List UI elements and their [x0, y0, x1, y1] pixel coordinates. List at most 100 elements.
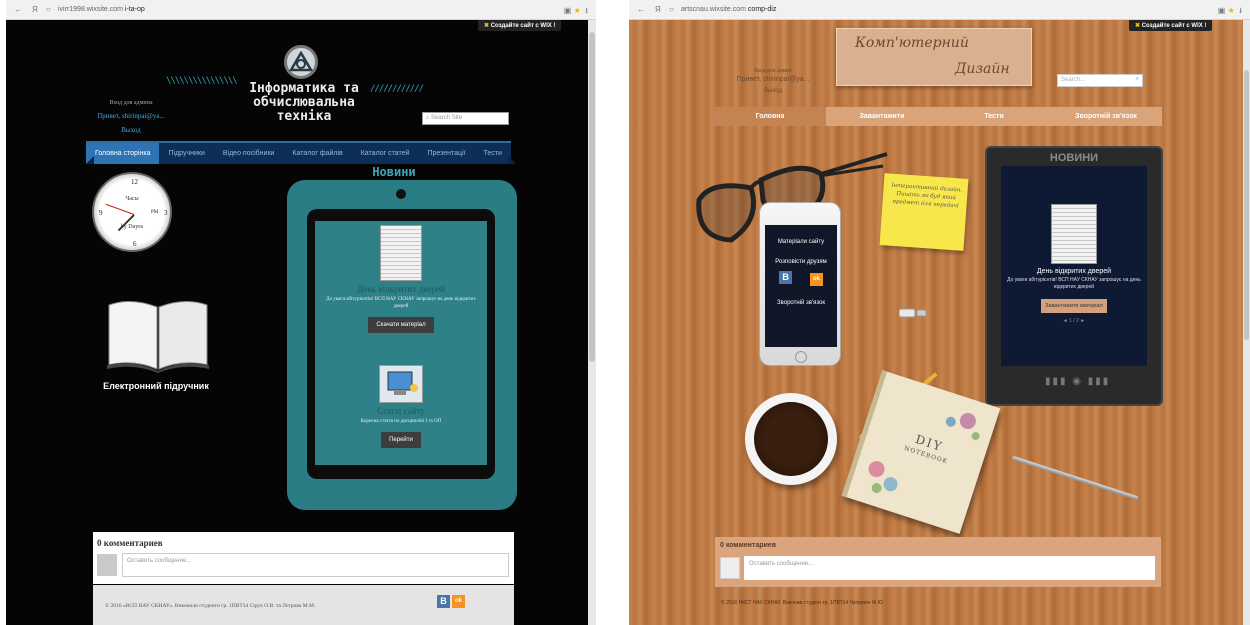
odnoklassniki-icon[interactable]: ok: [452, 595, 465, 608]
usb-drive-icon: [899, 308, 927, 318]
vk-icon[interactable]: B: [437, 595, 450, 608]
decor-slashes-left: \\\\\\\\\\\\\\\\: [166, 76, 238, 86]
nav-item-tests[interactable]: Тести: [938, 107, 1050, 126]
coffee-cup-icon: [745, 393, 837, 485]
comments-count: 0 комментариев: [97, 538, 163, 548]
search-icon: ⌕: [426, 115, 430, 121]
nav-item-textbooks[interactable]: Підручники: [159, 143, 213, 164]
site-logo-icon[interactable]: [284, 45, 318, 79]
nav-item-files[interactable]: Каталог файлів: [283, 143, 351, 164]
back-icon[interactable]: ←: [14, 5, 22, 14]
phone-item-materials[interactable]: Матеріали сайту: [765, 239, 837, 245]
phone-menu: Матеріали сайту Розповісти друзям B ok З…: [759, 202, 841, 366]
go-button[interactable]: Перейти: [381, 432, 421, 448]
nav-item-feedback[interactable]: Зворотній зв'язок: [1050, 107, 1162, 126]
sticky-note-text: Інтерактивний дизайн. Пишіть як буд який…: [891, 182, 963, 210]
search-input[interactable]: Search... ⌕: [1057, 74, 1143, 87]
news-item-text: Корисна стаття по дисципліні I та ОП: [360, 419, 442, 424]
scrollbar-thumb[interactable]: [589, 32, 595, 362]
scrollbar[interactable]: [1243, 20, 1250, 625]
back-icon[interactable]: ←: [637, 5, 645, 14]
book-label[interactable]: Електронний підручник: [86, 381, 226, 391]
admin-login: Вход для админ Привет, shirinpai@ya... В…: [727, 68, 819, 94]
wix-banner[interactable]: ✖ Создайте сайт с WIX !: [1129, 20, 1213, 31]
lock-icon: ○: [46, 5, 51, 14]
toolbar-icons[interactable]: ▣ ★ ⭳: [1218, 5, 1242, 19]
nav-item-tests[interactable]: Тести: [475, 143, 511, 164]
sticky-note: Інтерактивний дизайн. Пишіть як буд який…: [879, 173, 969, 251]
nav-item-home[interactable]: Головна: [714, 107, 826, 126]
news-item-title: День відкритих дверей: [1036, 268, 1112, 275]
site-title-line1: Комп'ютерний: [855, 35, 969, 51]
phone-screen: Матеріали сайту Розповісти друзям B ok З…: [765, 225, 837, 347]
avatar: [97, 554, 117, 576]
footer: © 2016 «ВСП НАУ СКНАУ». Виконали студент…: [93, 585, 514, 625]
right-screenshot: ← Я ○ artscnau.wixsite.com comp-diz ▣ ★ …: [629, 0, 1250, 625]
ebook-controls: ▮▮▮ ◉ ▮▮▮: [1045, 376, 1111, 387]
footer-copyright: © 2016 НКСТ НАУ СКНАУ. Виконав студент г…: [721, 600, 885, 606]
login-label: Вход для админ: [754, 68, 792, 74]
comment-input[interactable]: Оставить сообщение...: [744, 556, 1155, 580]
flower-decor-icon: [945, 412, 980, 441]
clock-num-3: 3: [164, 209, 168, 217]
phone-item-share[interactable]: Розповісти друзям: [765, 259, 837, 265]
odnoklassniki-icon[interactable]: ok: [809, 273, 823, 286]
user-greeting[interactable]: Привет, shirinpai@ya...: [727, 76, 819, 83]
yandex-icon[interactable]: Я: [32, 5, 38, 14]
clock-num-12: 12: [131, 178, 138, 186]
main-nav: Головна Завантажити Тести Зворотній зв'я…: [714, 107, 1162, 126]
download-material-button[interactable]: Скачати матеріал: [368, 317, 434, 333]
lock-icon: ○: [669, 5, 674, 14]
left-screenshot: ← Я ○ ivirr1998.wixsite.com i-ta-op ▣ ★ …: [6, 0, 596, 625]
address-bar[interactable]: artscnau.wixsite.com comp-diz: [681, 6, 776, 13]
nav-ribbon-left: [86, 156, 94, 164]
browser-toolbar: ← Я ○ ivirr1998.wixsite.com i-ta-op ▣ ★ …: [6, 0, 596, 20]
site-title-plaque: Комп'ютерний Дизайн: [836, 28, 1032, 86]
flower-decor-icon: [868, 461, 898, 494]
camera-dot: [396, 189, 406, 199]
pager[interactable]: ◄ 1 / 2 ►: [1001, 318, 1147, 324]
logout-link[interactable]: Выход: [727, 88, 819, 94]
phone-item-feedback[interactable]: Зворотній зв'язок: [765, 300, 837, 306]
news-item: Статті сайту Корисна стаття по дисциплін…: [315, 365, 487, 448]
site-title-line2: Дизайн: [955, 61, 1010, 77]
scrollbar[interactable]: [588, 20, 596, 625]
news-item-text: До уваги абітурієнтів! ВСП НАУ СКНАУ зап…: [326, 297, 476, 309]
news-thumbnail: [1051, 204, 1097, 264]
clock-second-hand: [105, 203, 135, 215]
news-thumbnail: [380, 225, 422, 281]
open-book-icon[interactable]: [105, 295, 211, 373]
news-item-title: День відкритих дверей: [356, 284, 445, 294]
nav-item-presentations[interactable]: Презентації: [418, 143, 474, 164]
nav-item-video[interactable]: Відео посібники: [214, 143, 284, 164]
news-item-text: До уваги абітурієнтів! ВСП НАУ СКНАУ зап…: [1007, 277, 1141, 290]
computer-thumbnail-icon: [379, 365, 423, 403]
download-material-button[interactable]: Завантажити матеріал: [1041, 299, 1107, 313]
search-input[interactable]: ⌕ Search Site: [422, 112, 509, 125]
clock-widget: 12 3 6 9 Часы PM by Dayes: [92, 172, 172, 252]
nav-item-home[interactable]: Головна сторінка: [86, 143, 160, 164]
news-tablet: День відкритих дверей До уваги абітурієн…: [287, 180, 517, 510]
logout-link[interactable]: Выход: [86, 126, 176, 134]
wix-banner[interactable]: ✖ Создайте сайт с WIX !: [478, 20, 562, 31]
clock-num-6: 6: [133, 240, 137, 248]
avatar: [720, 557, 740, 579]
nav-item-download[interactable]: Завантажити: [826, 107, 938, 126]
scrollbar-thumb[interactable]: [1244, 70, 1249, 340]
user-greeting[interactable]: Привет, shirinpai@ya...: [86, 112, 176, 120]
tablet-screen: День відкритих дверей До уваги абітурієн…: [315, 221, 487, 465]
comment-input[interactable]: Оставить сообщение...: [122, 553, 509, 577]
address-bar[interactable]: ivirr1998.wixsite.com i-ta-op: [58, 6, 145, 13]
nav-ribbon-right: [508, 156, 516, 164]
bookmark-star-icon[interactable]: ★: [574, 6, 581, 15]
yandex-icon[interactable]: Я: [655, 5, 661, 14]
admin-login: Вход для админа Привет, shirinpai@ya... …: [86, 100, 176, 134]
main-nav: Головна сторінка Підручники Відео посібн…: [86, 141, 511, 164]
comments-section: 0 комментариев Оставить сообщение...: [715, 537, 1161, 587]
nav-item-articles[interactable]: Каталог статей: [352, 143, 419, 164]
news-item: День відкритих дверей До уваги абітурієн…: [315, 225, 487, 333]
news-title: НОВИНИ: [1049, 152, 1099, 164]
toolbar-icons[interactable]: ▣ ★ ⭳: [564, 5, 588, 19]
bookmark-star-icon[interactable]: ★: [1228, 6, 1235, 15]
vk-icon[interactable]: B: [779, 271, 793, 284]
